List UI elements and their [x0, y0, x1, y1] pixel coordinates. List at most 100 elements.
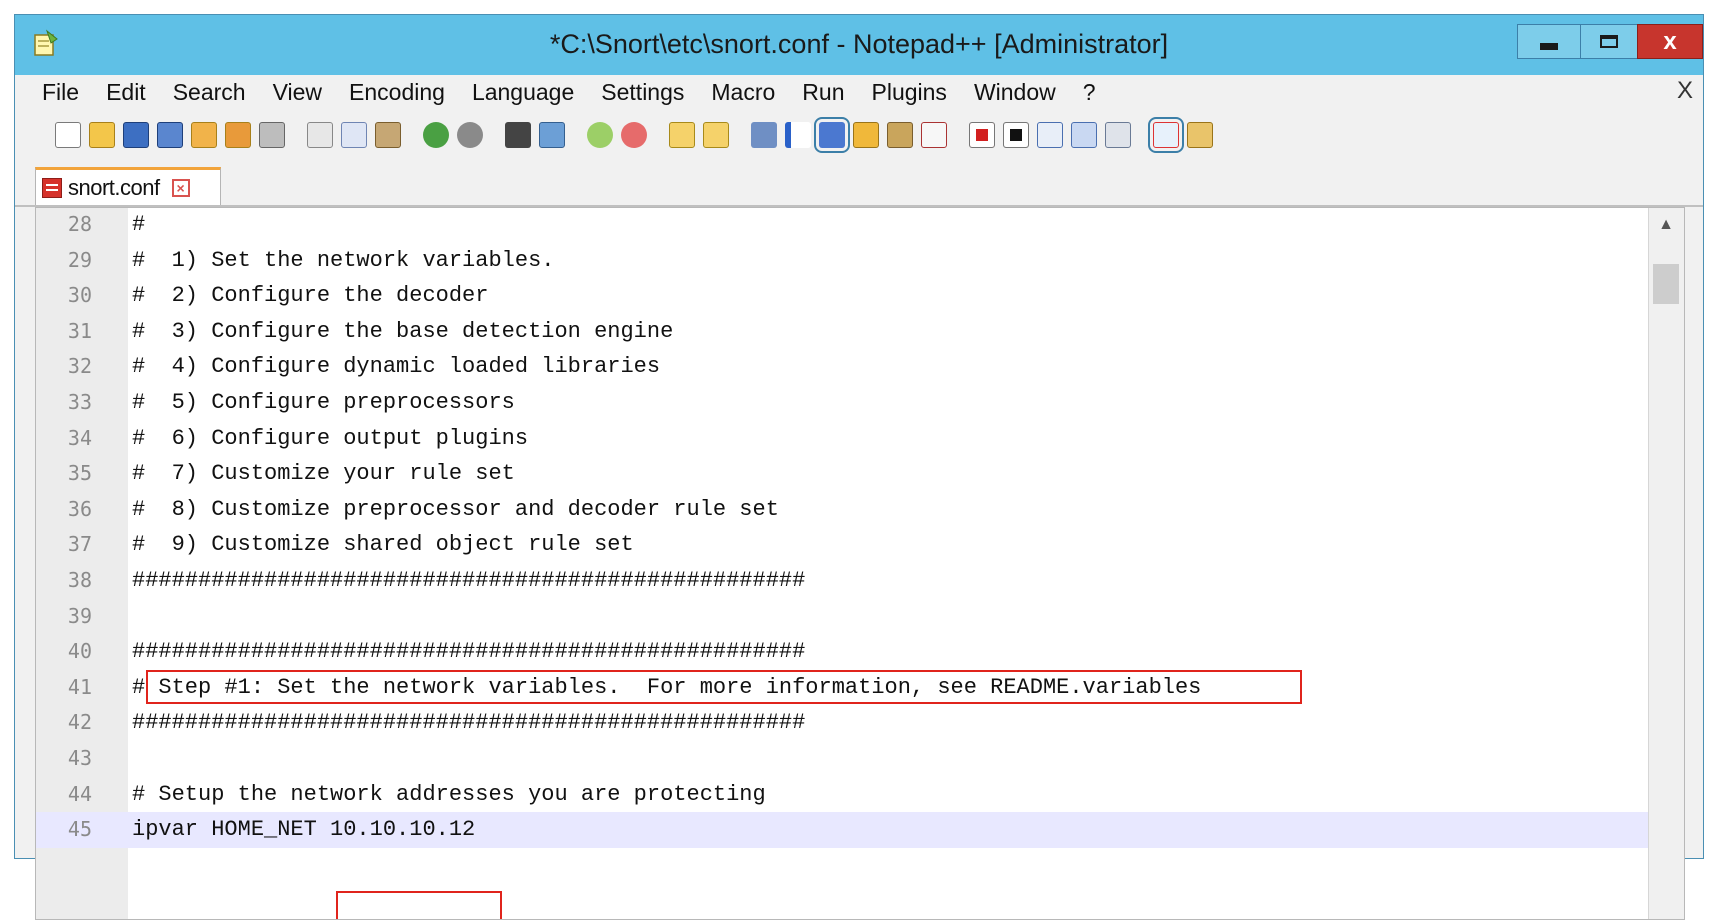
- line-number: 32: [67, 354, 92, 379]
- line-text: ########################################…: [132, 639, 806, 665]
- menu-edit[interactable]: Edit: [106, 79, 146, 106]
- undo-icon[interactable]: [423, 122, 449, 148]
- find-icon[interactable]: [505, 122, 531, 148]
- line-number: 33: [67, 389, 92, 414]
- zoom-out-icon[interactable]: [621, 122, 647, 148]
- sync-horizontal-icon[interactable]: [703, 122, 729, 148]
- tab-close-icon[interactable]: ×: [171, 178, 190, 197]
- save-icon[interactable]: [123, 122, 149, 148]
- tab-bar: snort.conf ×: [15, 163, 1703, 207]
- line-number: 40: [67, 639, 92, 664]
- show-all-chars-icon[interactable]: [785, 122, 811, 148]
- spell-check-icon[interactable]: [1148, 117, 1184, 153]
- close-icon[interactable]: [191, 122, 217, 148]
- redo-icon[interactable]: [457, 122, 483, 148]
- editor-pane[interactable]: 28 # 29 # 1) Set the network variables. 30…: [35, 207, 1685, 920]
- highlight-box-home-net: [336, 891, 502, 919]
- line-text: # 9) Customize shared object rule set: [132, 532, 634, 558]
- line-number: 35: [67, 461, 92, 486]
- menu-plugins[interactable]: Plugins: [872, 79, 947, 106]
- record-macro-icon[interactable]: [969, 122, 995, 148]
- line-text: #: [132, 212, 146, 237]
- document-map-icon[interactable]: [853, 122, 879, 148]
- line-text: # 6) Configure output plugins: [132, 425, 529, 451]
- indent-guide-icon[interactable]: [814, 117, 850, 153]
- menu-file[interactable]: File: [42, 79, 79, 106]
- current-code-line[interactable]: 45 ipvar HOME_NET 10.10.10.12: [36, 812, 1648, 848]
- new-file-icon[interactable]: [55, 122, 81, 148]
- open-file-icon[interactable]: [89, 122, 115, 148]
- menu-language[interactable]: Language: [472, 79, 574, 106]
- print-icon[interactable]: [259, 122, 285, 148]
- line-number: 41: [67, 674, 92, 699]
- line-number: 39: [67, 603, 92, 628]
- menu-encoding[interactable]: Encoding: [349, 79, 445, 106]
- line-text: # 1) Set the network variables.: [132, 247, 555, 273]
- minimize-button[interactable]: [1517, 24, 1581, 59]
- menu-window[interactable]: Window: [974, 79, 1056, 106]
- line-number: 29: [67, 247, 92, 272]
- menu-view[interactable]: View: [273, 79, 322, 106]
- close-window-button[interactable]: x: [1637, 24, 1703, 59]
- copy-icon[interactable]: [341, 122, 367, 148]
- line-number: 34: [67, 425, 92, 450]
- menu-macro[interactable]: Macro: [711, 79, 775, 106]
- paste-icon[interactable]: [375, 122, 401, 148]
- vertical-scrollbar[interactable]: ▲: [1648, 208, 1684, 919]
- code-line[interactable]: 44 # Setup the network addresses you are …: [36, 777, 1648, 813]
- code-line[interactable]: 34 # 6) Configure output plugins: [36, 421, 1648, 457]
- line-number: 44: [67, 781, 92, 806]
- close-document-button[interactable]: X: [1677, 77, 1693, 105]
- monitor-icon[interactable]: [921, 122, 947, 148]
- code-line[interactable]: 28 #: [36, 208, 1648, 243]
- code-line[interactable]: 30 # 2) Configure the decoder: [36, 278, 1648, 314]
- save-macro-icon[interactable]: [1105, 122, 1131, 148]
- code-line[interactable]: 40 ######################################…: [36, 634, 1648, 670]
- scroll-up-icon[interactable]: ▲: [1653, 212, 1679, 238]
- app-body: File Edit Search View Encoding Language …: [15, 75, 1703, 920]
- menu-help[interactable]: ?: [1083, 79, 1096, 106]
- modified-file-icon: [42, 177, 62, 198]
- menu-run[interactable]: Run: [802, 79, 844, 106]
- code-line[interactable]: 42 ######################################…: [36, 705, 1648, 741]
- code-line[interactable]: 33 # 5) Configure preprocessors: [36, 385, 1648, 421]
- line-text: # Step #1: Set the network variables. Fo…: [132, 674, 1202, 700]
- close-all-icon[interactable]: [225, 122, 251, 148]
- line-number: 28: [67, 212, 92, 236]
- save-all-icon[interactable]: [157, 122, 183, 148]
- play-macro-icon[interactable]: [1037, 122, 1063, 148]
- menu-settings[interactable]: Settings: [601, 79, 684, 106]
- code-line[interactable]: 31 # 3) Configure the base detection engi…: [36, 314, 1648, 350]
- line-number: 30: [67, 283, 92, 308]
- tab-snort-conf[interactable]: snort.conf ×: [35, 167, 221, 205]
- replace-icon[interactable]: [539, 122, 565, 148]
- line-text: # 4) Configure dynamic loaded libraries: [132, 354, 661, 380]
- word-wrap-icon[interactable]: [751, 122, 777, 148]
- line-number: 43: [67, 745, 92, 770]
- code-line[interactable]: 35 # 7) Customize your rule set: [36, 456, 1648, 492]
- code-line[interactable]: 41 # Step #1: Set the network variables. …: [36, 670, 1648, 706]
- code-line[interactable]: 36 # 8) Customize preprocessor and decode…: [36, 492, 1648, 528]
- cut-icon[interactable]: [307, 122, 333, 148]
- line-number: 37: [67, 532, 92, 557]
- code-line[interactable]: 29 # 1) Set the network variables.: [36, 243, 1648, 279]
- title-bar[interactable]: *C:\Snort\etc\snort.conf - Notepad++ [Ad…: [15, 15, 1703, 75]
- code-line[interactable]: 37 # 9) Customize shared object rule set: [36, 527, 1648, 563]
- run-macro-multiple-icon[interactable]: [1071, 122, 1097, 148]
- scroll-thumb[interactable]: [1653, 264, 1679, 304]
- code-line[interactable]: 38 ######################################…: [36, 563, 1648, 599]
- code-line[interactable]: 32 # 4) Configure dynamic loaded librarie…: [36, 349, 1648, 385]
- spell-options-icon[interactable]: [1187, 122, 1213, 148]
- line-number: 38: [67, 567, 92, 592]
- menu-search[interactable]: Search: [173, 79, 246, 106]
- code-lines: 28 # 29 # 1) Set the network variables. 30…: [36, 208, 1648, 848]
- line-text: # 2) Configure the decoder: [132, 283, 489, 309]
- line-number: 31: [67, 318, 92, 343]
- zoom-in-icon[interactable]: [587, 122, 613, 148]
- sync-vertical-icon[interactable]: [669, 122, 695, 148]
- maximize-button[interactable]: [1580, 24, 1638, 59]
- code-line[interactable]: 43: [36, 741, 1648, 777]
- stop-macro-icon[interactable]: [1003, 122, 1029, 148]
- code-line[interactable]: 39: [36, 599, 1648, 635]
- function-list-icon[interactable]: [887, 122, 913, 148]
